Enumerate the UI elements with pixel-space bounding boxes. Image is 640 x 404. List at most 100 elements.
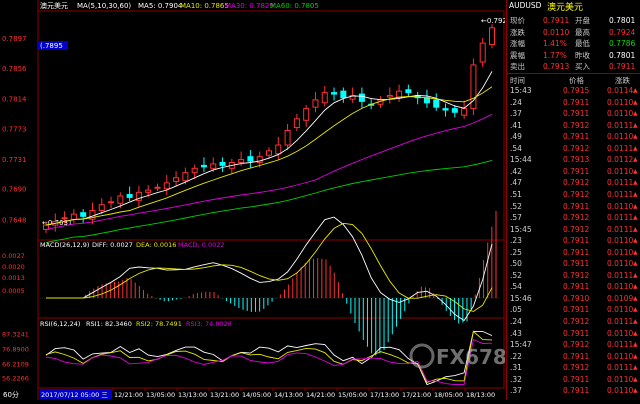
quote-panel: AUDUSD 澳元美元 现价 0.7911 开盘 0.7801 涨跌 0.0110 最高 0.… <box>506 0 640 400</box>
quote-row: 涨跌 0.0110 最高 0.7924 <box>507 27 640 38</box>
chart-panel[interactable]: 澳元美元 MA(5,10,30,60) MA5: 0.7904 MA10: 0.… <box>0 0 554 400</box>
quote-row: 现价 0.7911 开盘 0.7801 <box>507 15 640 26</box>
quote-label: 现价 <box>510 16 525 25</box>
up-arrow-icon: ▲ <box>633 121 638 129</box>
price-axis-label: 0.7856 <box>2 65 27 73</box>
candle-body <box>219 161 226 166</box>
tick-change: 0.0111 <box>607 224 634 234</box>
tick-row: .41 0.7912 0.0111 ▲ <box>507 120 640 132</box>
tick-price: 0.7911 <box>563 259 590 269</box>
time-axis-label: 17/21:00 <box>402 391 431 399</box>
rsi2-value: RSI2: 78.7491 <box>136 320 182 328</box>
tick-price: 0.7910 <box>563 293 590 303</box>
candle-body <box>154 186 161 189</box>
ma30-value: MA30: 0.7829 <box>225 2 274 10</box>
up-arrow-icon: ▲ <box>633 318 638 325</box>
candle-body <box>331 92 338 95</box>
tick-change: 0.0111 <box>607 143 634 153</box>
time-axis-label: 15/05:00 <box>338 391 367 399</box>
candle-body <box>284 129 291 146</box>
tick-change: 0.0110 <box>607 305 634 315</box>
rsi2-line <box>45 330 493 384</box>
tick-price: 0.7911 <box>563 328 590 338</box>
tick-price: 0.7912 <box>563 224 590 234</box>
tick-price: 0.7912 <box>563 317 590 326</box>
rsi1-value: RSI1: 82.3460 <box>86 320 132 328</box>
up-arrow-icon: ▲ <box>633 294 638 302</box>
tick-change: 0.0110 <box>607 166 634 176</box>
tick-time: 15:45 <box>510 224 532 234</box>
tick-price: 0.7911 <box>563 282 590 292</box>
up-arrow-icon: ▲ <box>633 260 638 268</box>
tick-row: .49 0.7911 0.0110 ▲ <box>507 131 640 143</box>
quote-value: 0.7911 <box>543 16 570 25</box>
time-axis-label: 14/05:00 <box>242 391 271 399</box>
time-axis-label: 18/05:00 <box>434 391 463 399</box>
candle-body <box>126 194 133 198</box>
up-arrow-icon: ▲ <box>633 156 638 164</box>
candle-body <box>303 108 310 121</box>
tick-time: .41 <box>510 120 522 130</box>
up-arrow-icon: ▲ <box>633 375 638 383</box>
rsi3-value: RSI3: 74.8028 <box>186 320 232 328</box>
tick-time: .54 <box>510 282 522 292</box>
price-axis-label: 0.7773 <box>2 125 27 133</box>
quote-value: 1.41% <box>543 39 567 48</box>
candle-body <box>61 217 68 220</box>
candle-body <box>461 108 468 116</box>
tick-price: 0.7912 <box>563 178 590 188</box>
tick-row: .42 0.7911 0.0110 ▲ <box>507 166 640 178</box>
ma5-value: MA5: 0.7904 <box>138 2 183 10</box>
tick-change: 0.0110 <box>607 386 634 396</box>
tick-price: 0.7912 <box>563 189 590 199</box>
tick-change: 0.0114 <box>607 86 634 95</box>
quote-value: 0.7913 <box>543 62 570 71</box>
ma-label: MA(5,10,30,60) <box>77 2 131 10</box>
quote-label: 震幅 <box>510 50 525 60</box>
tick-price: 0.7912 <box>563 120 590 130</box>
tick-row: .24 0.7911 0.0110 ▲ <box>507 97 640 109</box>
price-axis-label: 0.7814 <box>2 95 27 103</box>
tick-row: .47 0.7912 0.0111 ▲ <box>507 177 640 189</box>
time-axis-label: 14/13:00 <box>274 391 303 399</box>
tick-price: 0.7911 <box>563 201 590 211</box>
quote-title: AUDUSD 澳元美元 <box>507 0 640 13</box>
price-axis-label: 0.7648 <box>2 216 27 224</box>
tick-row: .57 0.7912 0.0111 ▲ <box>507 212 640 224</box>
candle-body <box>358 93 365 102</box>
tick-time: .22 <box>510 351 522 361</box>
tick-time: .51 <box>510 189 522 199</box>
tick-change: 0.0110 <box>607 97 634 107</box>
tick-price: 0.7911 <box>563 132 590 142</box>
up-arrow-icon: ▲ <box>633 237 638 245</box>
candle-body <box>386 95 393 98</box>
tick-row: .24 0.7912 0.0111 ▲ <box>507 316 640 328</box>
tick-change: 0.0111 <box>607 178 634 188</box>
tick-row: .52 0.7911 0.0110 ▲ <box>507 201 640 213</box>
candlestick-chart[interactable]: 澳元美元 MA(5,10,30,60) MA5: 0.7904 MA10: 0.… <box>0 0 554 400</box>
tick-header: 时间 价格 涨跌 <box>507 73 640 85</box>
quote-summary: 现价 0.7911 开盘 0.7801 涨跌 0.0110 最高 0.7924 涨幅 1.41% 最… <box>507 15 640 73</box>
tick-change: 0.0111 <box>607 189 634 199</box>
quote-row: 涨幅 1.41% 最低 0.7786 <box>507 38 640 49</box>
candle-body <box>266 150 272 156</box>
time-axis-label: 17/13:00 <box>370 391 399 399</box>
tick-change: 0.0110 <box>607 282 634 292</box>
tick-time: .05 <box>510 305 522 315</box>
tick-time: .57 <box>510 213 522 223</box>
tick-price: 0.7912 <box>563 340 590 350</box>
period-label[interactable]: 60分 <box>3 390 19 399</box>
ma10-value: MA10: 0.7865 <box>180 2 229 10</box>
tick-change: 0.0110 <box>607 328 634 338</box>
candle-body <box>451 108 458 113</box>
time-axis-label: 13/05:00 <box>146 391 175 399</box>
tick-row: 15:46 0.7910 0.0109 ▲ <box>507 293 640 305</box>
macd-diff-line <box>46 216 493 322</box>
macd-diff-value: DIFF: 0.0027 <box>92 241 133 249</box>
tick-price: 0.7911 <box>563 166 590 176</box>
current-price-tag: (.7895 <box>40 42 63 50</box>
tick-list[interactable]: 15:43 0.7915 0.0114 ▲ .24 0.7911 0.0110 ▲ .37 0.7… <box>507 85 640 400</box>
macd-label: MACD(26,12,9) <box>40 241 89 249</box>
price-axis-label: 0.7690 <box>2 186 27 194</box>
price-axis-label: 0.7897 <box>2 35 27 43</box>
